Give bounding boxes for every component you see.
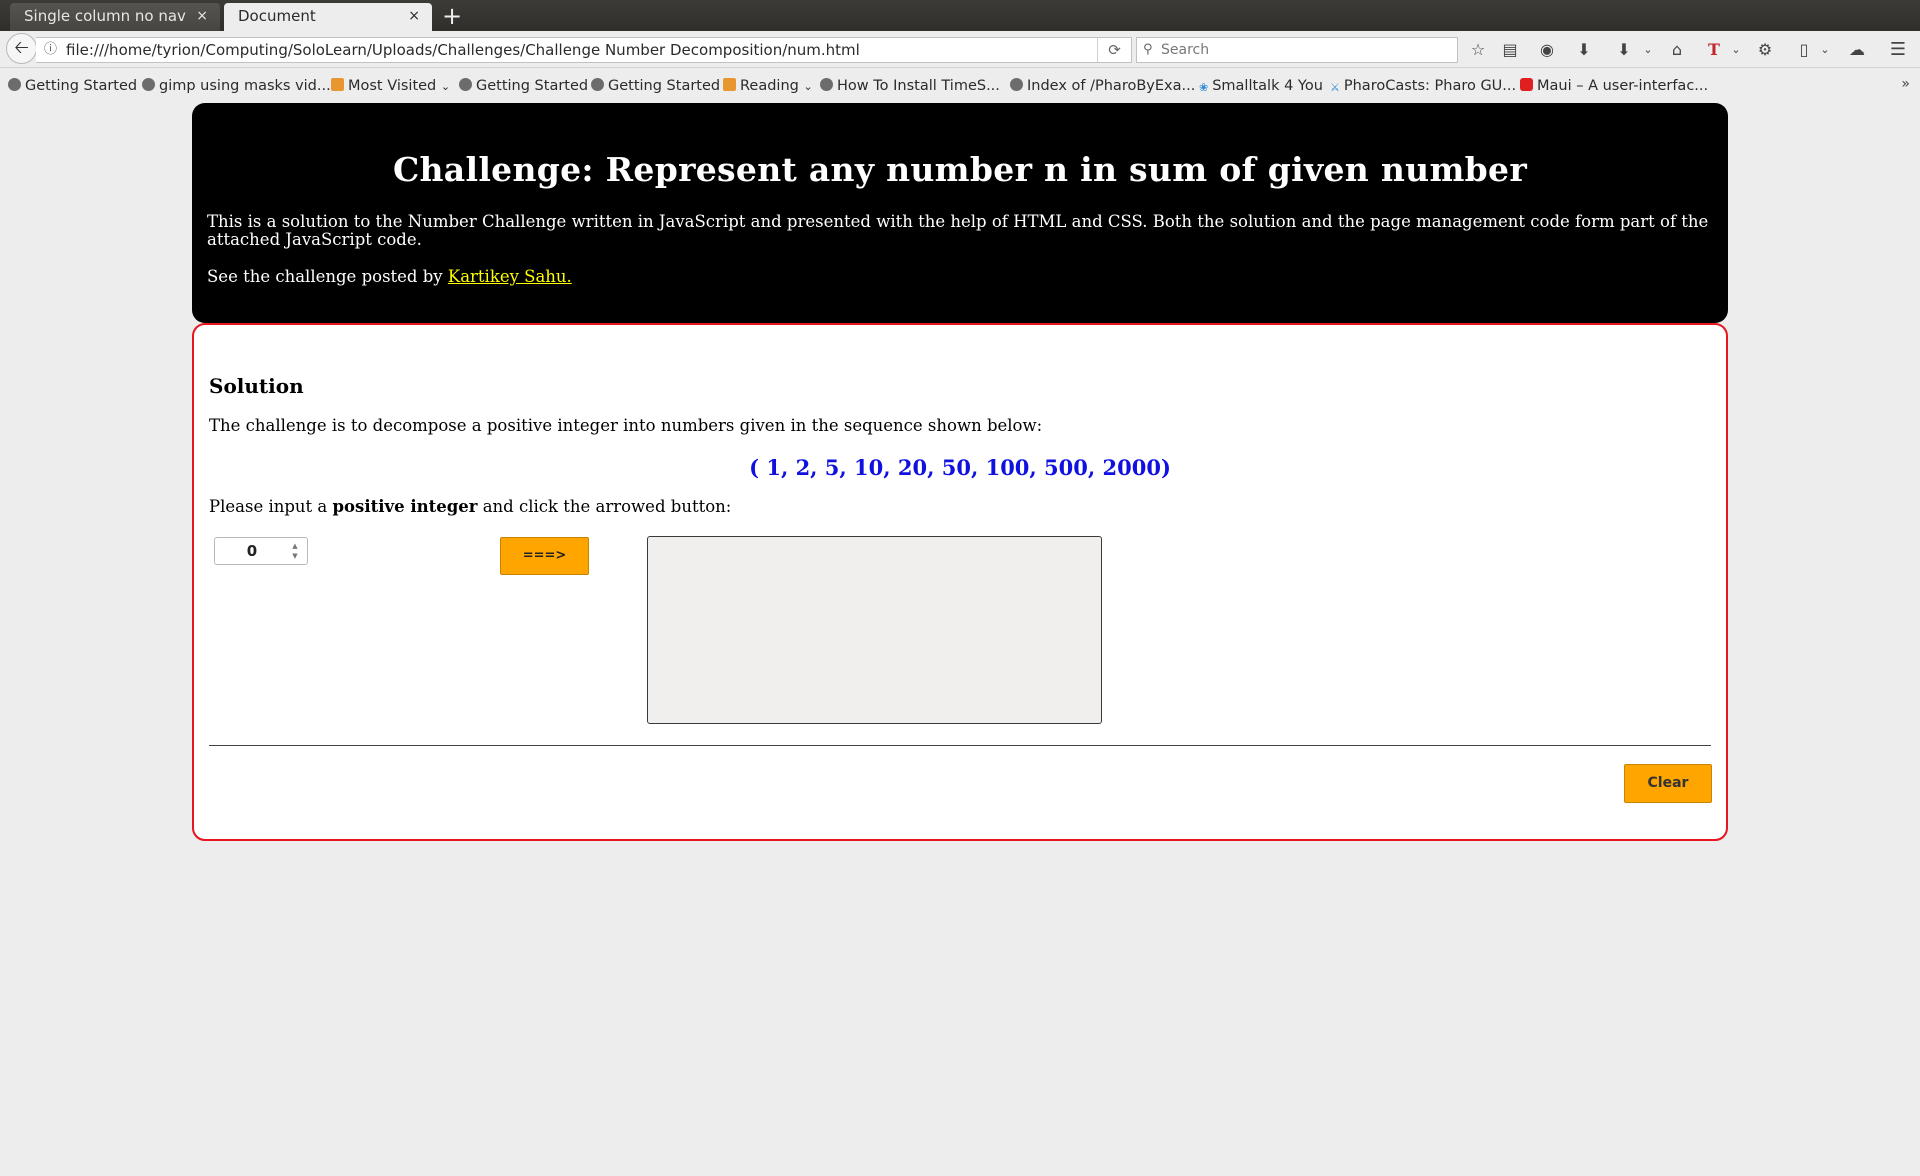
bookmark-folder-reading[interactable]: Reading ⌄ — [723, 76, 813, 97]
search-icon: ⚲ — [1143, 42, 1153, 57]
text-extension-icon[interactable]: T — [1702, 39, 1726, 61]
bookmark-item[interactable]: Getting Started — [591, 76, 720, 96]
back-arrow-icon: 🡠 — [14, 37, 29, 58]
cloud-icon[interactable]: ☁ — [1845, 39, 1869, 61]
chevron-down-icon: ⌄ — [803, 80, 813, 93]
number-input-value: 0 — [246, 542, 258, 560]
tab-label: Document — [238, 7, 316, 25]
decompose-button[interactable]: ===> — [500, 537, 589, 575]
prompt-emphasis: positive integer — [332, 497, 478, 516]
bookmark-item[interactable]: ❀ Smalltalk 4 You — [1199, 76, 1323, 98]
reading-list-icon[interactable]: ▤ — [1498, 39, 1522, 61]
tab-label: Single column no nav — [24, 7, 186, 25]
download-helper-icon[interactable]: ⬇ — [1612, 39, 1636, 61]
url-text: file:///home/tyrion/Computing/SoloLearn/… — [66, 41, 860, 59]
globe-icon — [1010, 78, 1023, 91]
number-spinner[interactable]: ▲ ▼ — [289, 541, 301, 561]
globe-icon — [142, 78, 155, 91]
pharo-icon: ⚔ — [1330, 81, 1340, 94]
solution-panel: Solution The challenge is to decompose a… — [192, 323, 1728, 841]
result-output[interactable] — [647, 536, 1102, 724]
solution-description: The challenge is to decompose a positive… — [209, 416, 1043, 435]
author-link[interactable]: Kartikey Sahu. — [448, 267, 572, 286]
clear-button[interactable]: Clear — [1624, 764, 1712, 803]
number-input[interactable]: 0 ▲ ▼ — [214, 537, 308, 565]
credit-prefix: See the challenge posted by — [207, 267, 448, 286]
bookmarks-bar: Getting Started gimp using masks vid... … — [0, 73, 1920, 99]
youtube-icon — [1520, 78, 1533, 91]
close-tab-icon[interactable]: × — [408, 3, 420, 29]
info-icon[interactable]: ⓘ — [44, 38, 57, 62]
number-sequence: ( 1, 2, 5, 10, 20, 50, 100, 500, 2000) — [749, 455, 1171, 480]
bookmark-item[interactable]: Getting Started — [459, 76, 588, 96]
close-tab-icon[interactable]: × — [196, 3, 208, 29]
spin-down-icon[interactable]: ▼ — [289, 551, 301, 561]
page-title: Challenge: Represent any number n in sum… — [392, 150, 1528, 189]
home-icon[interactable]: ⌂ — [1665, 39, 1689, 61]
globe-icon — [459, 78, 472, 91]
search-placeholder: Search — [1161, 42, 1210, 58]
reload-icon[interactable]: ⟳ — [1097, 38, 1131, 62]
bookmarks-overflow-icon[interactable]: » — [1901, 76, 1910, 92]
bookmark-item[interactable]: How To Install TimeS... — [820, 76, 1000, 96]
chevron-down-icon[interactable]: ⌄ — [1636, 39, 1660, 61]
bookmark-star-icon[interactable]: ☆ — [1466, 39, 1490, 61]
bookmark-item[interactable]: ⚔ PharoCasts: Pharo GU... — [1330, 76, 1516, 98]
downloads-icon[interactable]: ⬇ — [1572, 39, 1596, 61]
navigation-toolbar: 🡠 ⓘ file:///home/tyrion/Computing/SoloLe… — [0, 31, 1920, 68]
folder-icon — [331, 78, 344, 91]
back-button[interactable]: 🡠 — [6, 33, 37, 64]
extension-icon[interactable]: ⚙ — [1753, 39, 1777, 61]
tab-single-column[interactable]: Single column no nav × — [10, 3, 220, 31]
bookmark-item[interactable]: Index of /PharoByExa... — [1010, 76, 1195, 96]
challenge-header: Challenge: Represent any number n in sum… — [192, 103, 1728, 323]
globe-icon — [820, 78, 833, 91]
intro-text: This is a solution to the Number Challen… — [207, 212, 1709, 249]
globe-icon — [8, 78, 21, 91]
challenge-credit: See the challenge posted by Kartikey Sah… — [207, 267, 572, 286]
bookmark-item[interactable]: Getting Started — [8, 76, 137, 96]
tab-document[interactable]: Document × — [224, 3, 432, 31]
input-prompt: Please input a positive integer and clic… — [209, 497, 732, 516]
folder-icon — [723, 78, 736, 91]
tab-strip: Single column no nav × Document × + — [0, 0, 1920, 31]
search-input[interactable]: ⚲ Search — [1136, 37, 1458, 63]
globe-icon — [591, 78, 604, 91]
new-tab-button[interactable]: + — [442, 2, 462, 30]
smalltalk-icon: ❀ — [1199, 81, 1209, 94]
solution-heading: Solution — [209, 374, 304, 398]
bookmark-item[interactable]: Maui – A user-interfac... — [1520, 76, 1708, 96]
bookmark-item[interactable]: gimp using masks vid... — [142, 76, 331, 96]
hamburger-menu-icon[interactable]: ☰ — [1886, 39, 1910, 61]
chevron-down-icon[interactable]: ⌄ — [1813, 39, 1837, 61]
bookmark-folder-most-visited[interactable]: Most Visited ⌄ — [331, 76, 450, 97]
chevron-down-icon: ⌄ — [440, 80, 451, 93]
chevron-down-icon[interactable]: ⌄ — [1724, 39, 1748, 61]
url-bar[interactable]: ⓘ file:///home/tyrion/Computing/SoloLear… — [36, 37, 1132, 63]
pocket-icon[interactable]: ◉ — [1535, 39, 1559, 61]
divider — [209, 745, 1711, 746]
spin-up-icon[interactable]: ▲ — [289, 541, 301, 551]
